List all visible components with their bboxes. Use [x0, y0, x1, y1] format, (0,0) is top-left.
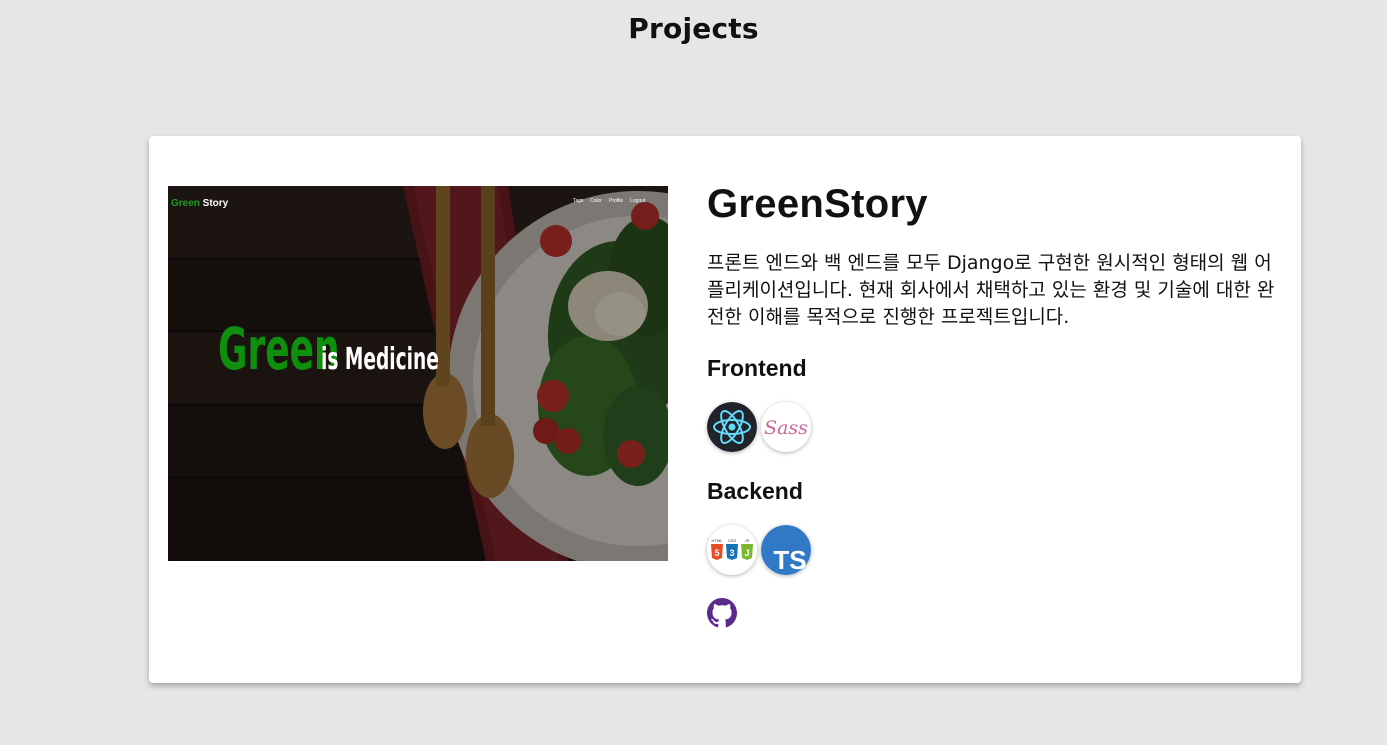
svg-text:Sass: Sass [764, 417, 808, 439]
svg-text:J: J [744, 548, 749, 558]
project-screenshot-image: Green Story Tags Color Profile Logout Gr… [168, 186, 668, 561]
backend-stack: HTML CSS JS 5 3 J TS [707, 525, 1282, 575]
thumbnail-nav-item: Tags [573, 198, 584, 204]
project-thumbnail[interactable]: Green Story Tags Color Profile Logout Gr… [168, 186, 668, 561]
project-card: Green Story Tags Color Profile Logout Gr… [149, 136, 1301, 683]
svg-text:CSS: CSS [728, 538, 737, 543]
svg-text:JS: JS [745, 538, 750, 543]
thumbnail-nav-item: Logout [630, 198, 646, 204]
project-info: GreenStory 프론트 엔드와 백 엔드를 모두 Django로 구현한 … [707, 176, 1282, 628]
thumbnail-headline-rest: is Medicine [321, 341, 439, 376]
project-name: GreenStory [707, 182, 928, 226]
svg-text:TS: TS [773, 545, 806, 575]
thumbnail-logo: Green Story [171, 198, 229, 209]
html-css-js-icon: HTML CSS JS 5 3 J [707, 525, 757, 575]
svg-text:HTML: HTML [712, 538, 724, 543]
thumbnail-nav-item: Profile [609, 198, 623, 204]
svg-text:5: 5 [714, 548, 719, 558]
svg-text:3: 3 [729, 548, 734, 558]
frontend-stack: Sass [707, 402, 1282, 452]
frontend-title: Frontend [707, 355, 807, 381]
typescript-icon: TS [761, 525, 811, 575]
react-icon [707, 402, 757, 452]
thumbnail-nav-item: Color [590, 198, 602, 204]
sass-icon: Sass [761, 402, 811, 452]
page-title: Projects [628, 12, 759, 45]
backend-title: Backend [707, 478, 803, 504]
project-description: 프론트 엔드와 백 엔드를 모두 Django로 구현한 원시적인 형태의 웹 … [707, 252, 1275, 328]
github-icon[interactable] [707, 598, 737, 628]
